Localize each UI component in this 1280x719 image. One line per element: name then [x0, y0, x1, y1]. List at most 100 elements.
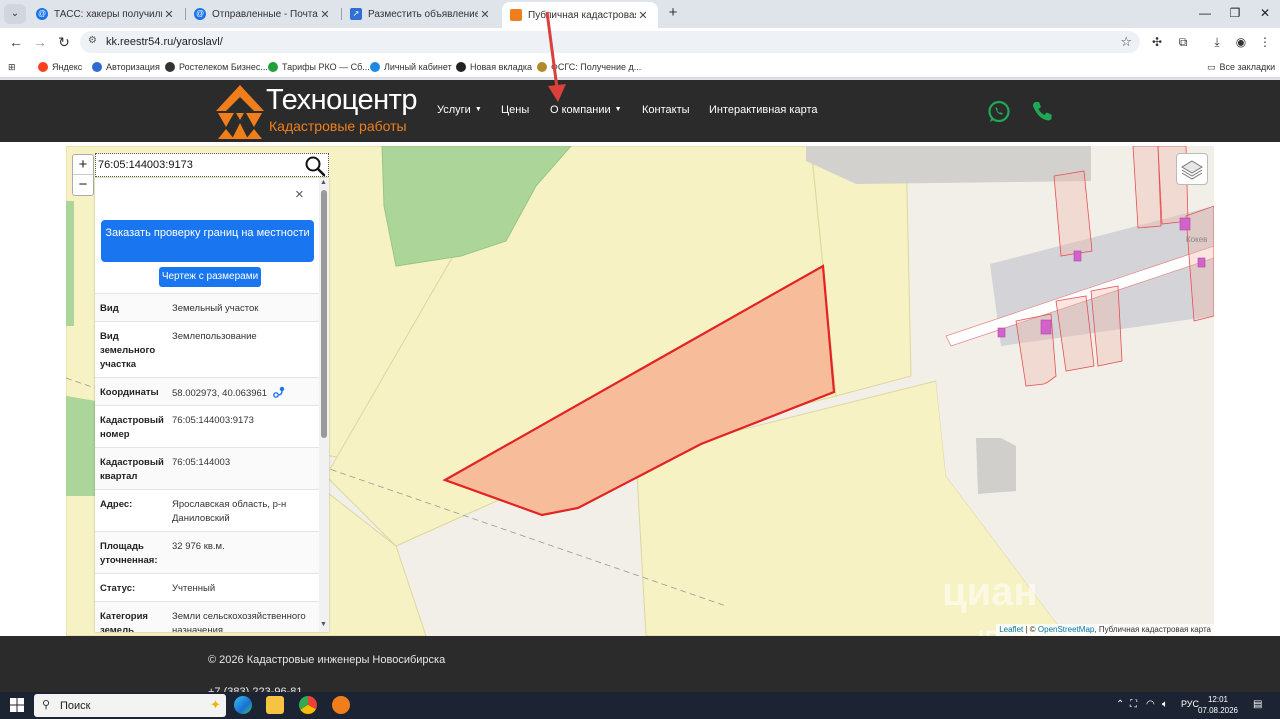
drawing-with-dimensions-button[interactable]: Чертеж с размерами [159, 267, 261, 287]
order-boundary-check-button[interactable]: Заказать проверку границ на местности [101, 220, 314, 262]
bookmark-icon [370, 62, 380, 72]
table-row: Статус: Учтенный [95, 573, 320, 601]
bookmark-rostelecom[interactable]: Ростелеком Бизнес... [165, 60, 268, 74]
tab-mail[interactable]: @ Отправленные - Почта Mail ✕ [186, 2, 340, 26]
table-row: Вид Земельный участок [95, 293, 320, 321]
phone-icon[interactable] [1030, 100, 1054, 124]
folder-icon: ▭ [1207, 61, 1216, 72]
edge-icon[interactable] [234, 696, 252, 714]
profile-icon[interactable]: ◉ [1232, 34, 1250, 50]
logo-title[interactable]: Техноцентр [266, 84, 418, 117]
puzzle-icon[interactable]: ⧉ [1174, 34, 1192, 50]
extension-icon[interactable]: ✣ [1148, 34, 1166, 50]
street-label: Кокев [1186, 235, 1207, 244]
forward-arrow-icon[interactable]: → [30, 32, 50, 52]
logo-subtitle[interactable]: Кадастровые работы [269, 118, 407, 134]
bookmark-yandex[interactable]: Яндекс [38, 60, 82, 74]
close-window-icon[interactable]: ✕ [1250, 4, 1280, 22]
bookmark-icon [165, 62, 175, 72]
scroll-up-icon[interactable]: ▲ [320, 179, 327, 186]
tab-close-icon[interactable]: ✕ [318, 8, 332, 21]
apps-grid-icon[interactable]: ⊞ [8, 60, 16, 74]
coordinates-value[interactable]: 58.002973, 40.063961 [172, 388, 267, 399]
osm-link[interactable]: OpenStreetMap [1038, 625, 1094, 634]
map-attribution: Leaflet | © OpenStreetMap, Публичная кад… [996, 624, 1214, 636]
whatsapp-icon[interactable] [987, 100, 1011, 124]
tab-close-icon[interactable]: ✕ [162, 8, 176, 21]
caret-down-icon: ▼ [614, 106, 622, 113]
browser-toolbar: ← → ↻ ⚙ kk.reestr54.ru/yaroslavl/ ☆ ✣ ⧉ … [0, 28, 1280, 56]
table-row: Площадь уточненная: 32 976 кв.м. [95, 531, 320, 573]
logo-icon[interactable] [214, 83, 266, 140]
url-text[interactable]: kk.reestr54.ru/yaroslavl/ [106, 36, 223, 48]
tab-cadastral-map[interactable]: Публичная кадастровая карта ✕ [502, 2, 658, 28]
taskbar-clock[interactable]: 12:01 07.08.2026 [1196, 694, 1240, 716]
chrome-icon[interactable] [299, 696, 317, 714]
menu-dots-icon[interactable]: ⋮ [1256, 34, 1274, 50]
minimize-icon[interactable]: — [1190, 4, 1220, 22]
route-icon[interactable] [272, 386, 285, 398]
table-row: Координаты 58.002973, 40.063961 [95, 377, 320, 405]
nav-services[interactable]: Услуги ▼ [437, 104, 482, 116]
nav-prices[interactable]: Цены [501, 104, 529, 116]
all-bookmarks[interactable]: ▭ Все закладки [1207, 60, 1275, 74]
bookmark-newtab[interactable]: Новая вкладка [456, 60, 532, 74]
bookmark-icon [92, 62, 102, 72]
sparkle-icon: ✦ [210, 697, 221, 712]
layers-button[interactable] [1176, 153, 1208, 185]
search-icon[interactable] [304, 155, 326, 177]
volume-icon[interactable]: 🔈︎ [1162, 699, 1168, 710]
close-icon[interactable]: × [295, 186, 304, 203]
star-icon[interactable]: ☆ [1120, 34, 1132, 50]
tab-tass[interactable]: @ ТАСС: хакеры получили подтв ✕ [28, 2, 184, 26]
nav-interactive-map[interactable]: Интерактивная карта [709, 104, 818, 116]
notifications-icon[interactable]: ▤ [1253, 699, 1262, 710]
back-arrow-icon[interactable]: ← [6, 32, 26, 52]
bookmark-auth[interactable]: Авторизация [92, 60, 160, 74]
table-row: Кадастровый номер 76:05:144003:9173 [95, 405, 320, 447]
layers-icon [1181, 160, 1203, 180]
download-icon[interactable]: ⤓ [1208, 34, 1226, 50]
zoom-in-button[interactable]: + [73, 155, 93, 175]
bookmarks-bar: ⊞ Яндекс Авторизация Ростелеком Бизнес..… [0, 56, 1280, 78]
nav-contacts[interactable]: Контакты [642, 104, 690, 116]
windows-start-icon[interactable] [10, 698, 24, 712]
tab-search-icon[interactable]: ⌄ [4, 4, 26, 24]
zoom-control: + − [72, 154, 94, 196]
search-icon: ⚲ [42, 699, 51, 711]
leaflet-link[interactable]: Leaflet [999, 625, 1023, 634]
new-tab-icon[interactable]: + [664, 4, 682, 22]
tab-ad[interactable]: ↗ Разместить объявление о про ✕ [342, 2, 500, 26]
yandex-icon [38, 62, 48, 72]
app-icon[interactable] [332, 696, 350, 714]
caret-down-icon: ▼ [474, 106, 482, 113]
scrollbar-thumb[interactable] [321, 190, 327, 438]
bookmark-sber[interactable]: Тарифы РКО — Сб... [268, 60, 370, 74]
restore-icon[interactable]: ❐ [1220, 4, 1250, 22]
table-row: Категория земель Земли сельскохозяйствен… [95, 601, 320, 632]
taskbar-search[interactable]: ⚲ Поиск ✦ [34, 694, 226, 717]
table-row: Вид земельного участка Землепользование [95, 321, 320, 377]
search-input[interactable] [98, 157, 298, 173]
site-header: Техноцентр Кадастровые работы Услуги ▼ Це… [0, 80, 1280, 142]
watermark-text: циан [942, 570, 1038, 614]
file-explorer-icon[interactable] [266, 696, 284, 714]
tab-close-icon[interactable]: ✕ [478, 8, 492, 21]
chevron-up-icon[interactable]: ⌃ [1116, 699, 1124, 710]
tab-close-icon[interactable]: ✕ [636, 9, 650, 22]
tab-favicon-icon: @ [194, 8, 206, 20]
zoom-out-button[interactable]: − [73, 175, 93, 195]
annotation-arrow-icon [545, 11, 566, 102]
parcel-attributes: Вид Земельный участок Вид земельного уча… [95, 293, 320, 632]
reload-icon[interactable]: ↻ [54, 32, 74, 52]
panel-scrollbar[interactable]: ▲ ▼ [319, 178, 329, 632]
sber-icon [268, 62, 278, 72]
address-bar[interactable]: ⚙ kk.reestr54.ru/yaroslavl/ ☆ [80, 31, 1140, 53]
windows-taskbar: ⚲ Поиск ✦ ⌃ ⛶ ◠ 🔈︎ РУС 12:01 07.08.2026 … [0, 692, 1280, 719]
wifi-icon[interactable]: ◠ [1146, 699, 1155, 710]
footer-copyright: © 2026 Кадастровые инженеры Новосибирска [208, 654, 446, 666]
site-info-icon[interactable]: ⚙ [88, 35, 97, 46]
bookmark-cabinet[interactable]: Личный кабинет [370, 60, 452, 74]
network-icon[interactable]: ⛶ [1130, 699, 1137, 710]
scroll-down-icon[interactable]: ▼ [320, 621, 327, 628]
